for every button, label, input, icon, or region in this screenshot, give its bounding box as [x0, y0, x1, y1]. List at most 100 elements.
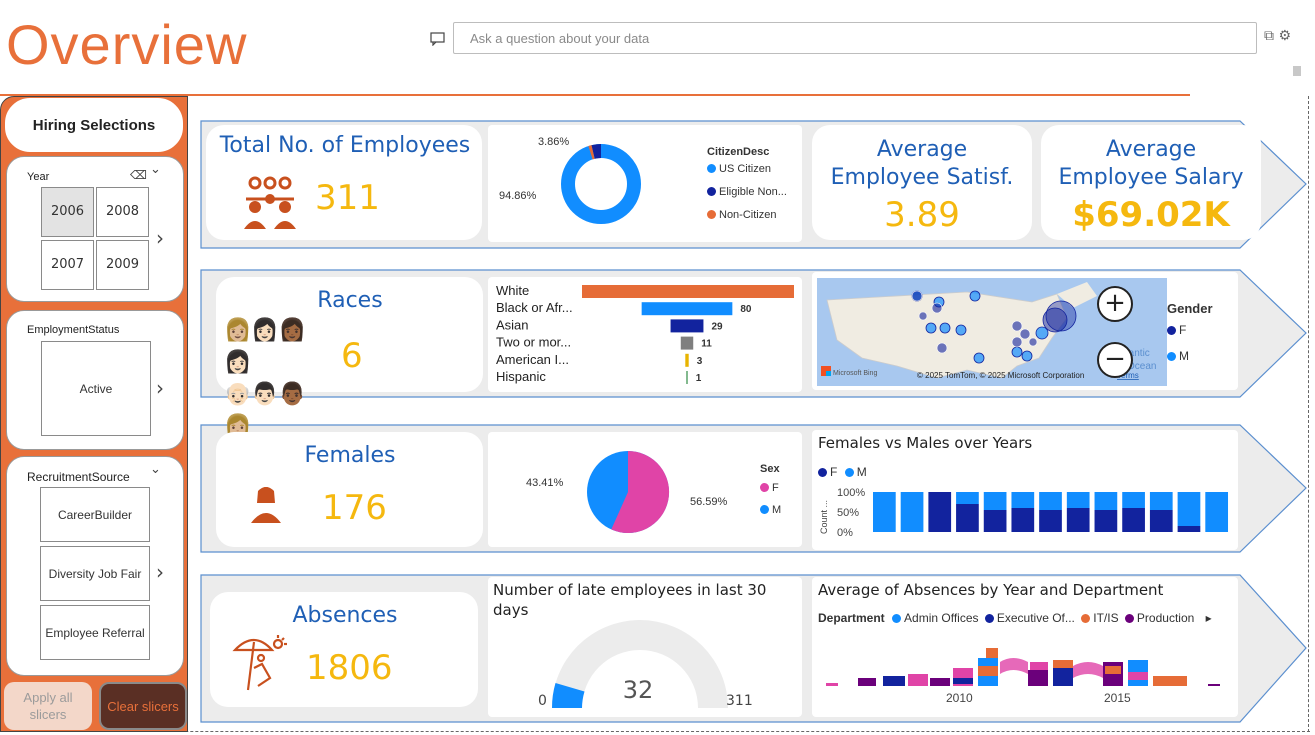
scrollbar-thumb[interactable]	[1293, 66, 1301, 76]
chevron-down-icon[interactable]: ⌄	[150, 162, 161, 177]
donut-slice-eligible[interactable]	[591, 144, 602, 159]
source-option-diversity-job-fair[interactable]: Diversity Job Fair	[40, 546, 150, 601]
years-bar-f[interactable]	[1094, 510, 1118, 532]
bing-logo-text: Microsoft Bing	[833, 370, 877, 377]
legend-swatch	[818, 468, 827, 477]
years-bar-m[interactable]	[1122, 492, 1145, 508]
donut-slice-us-citizen[interactable]	[561, 144, 641, 224]
race-category-label: Two or mor...	[496, 335, 571, 350]
expand-icon[interactable]: ⧉	[1264, 28, 1274, 44]
females-value: 176	[322, 488, 387, 528]
sex-legend-item[interactable]: F	[760, 482, 779, 494]
years-bar-f[interactable]	[1066, 508, 1090, 532]
race-bar-chart[interactable]: White Black or Afr... 80 Asian 29 Two or mor.…	[488, 280, 802, 390]
abs-x-tick: 2015	[1104, 691, 1131, 705]
years-bar-f[interactable]	[1122, 508, 1145, 532]
female-user-icon	[251, 487, 281, 523]
years-bar-m[interactable]	[900, 492, 924, 532]
toolbar-icons[interactable]: ⧉ ⚙	[1264, 28, 1291, 44]
years-bar-f[interactable]	[1039, 510, 1062, 532]
citizen-legend-title: CitizenDesc	[707, 146, 770, 158]
zoom-out-button[interactable]: −	[1097, 342, 1133, 378]
race-bar[interactable]	[582, 285, 794, 298]
years-bar-m[interactable]	[956, 492, 979, 504]
apply-slicers-button[interactable]: Apply all slicers	[4, 682, 92, 730]
map-legend-item[interactable]: F	[1167, 323, 1186, 337]
years-bar-m[interactable]	[873, 492, 896, 532]
legend-swatch	[707, 187, 716, 196]
citizen-legend-item[interactable]: Eligible Non...	[707, 186, 787, 198]
chevron-right-icon[interactable]: ›	[156, 226, 164, 250]
donut-slice-non-citizen[interactable]	[588, 145, 595, 160]
years-bar-f[interactable]	[1149, 510, 1173, 532]
years-bar-f[interactable]	[1177, 526, 1201, 532]
years-bar-f[interactable]	[928, 492, 952, 532]
citizen-legend-item[interactable]: US Citizen	[707, 163, 771, 175]
race-bar-value: 80	[740, 304, 752, 315]
abs-legend-title: Department	[818, 611, 885, 625]
gear-icon[interactable]: ⚙	[1278, 28, 1291, 44]
citizen-legend-item[interactable]: Non-Citizen	[707, 209, 776, 221]
years-bar-m[interactable]	[1205, 492, 1229, 532]
sex-pie-chart[interactable]	[586, 450, 670, 534]
gauge-min: 0	[538, 693, 547, 709]
hiring-selections-tab[interactable]: Hiring Selections	[4, 97, 184, 153]
people-avatars-icon: 👩🏼👩🏻👩🏾👩🏻 👴🏻👨🏻👨🏾👩🏼	[224, 318, 307, 439]
years-y-label: Count ...	[819, 500, 829, 534]
race-category-label: Asian	[496, 317, 529, 332]
race-bar[interactable]	[680, 336, 694, 350]
eraser-icon[interactable]: ⌫	[130, 168, 147, 182]
donut-label-big: 94.86%	[499, 190, 537, 202]
legend-next-icon[interactable]: ▸	[1206, 611, 1212, 625]
years-legend[interactable]: F M	[818, 465, 867, 479]
qa-search-input[interactable]: Ask a question about your data	[453, 22, 1257, 54]
years-bar-f[interactable]	[983, 510, 1007, 532]
race-bar[interactable]	[670, 319, 704, 333]
race-bar[interactable]	[685, 353, 689, 367]
year-option-2008[interactable]: 2008	[96, 187, 149, 237]
years-bar-m[interactable]	[1177, 492, 1201, 526]
legend-swatch	[707, 164, 716, 173]
source-option-employee-referral[interactable]: Employee Referral	[40, 605, 150, 660]
legend-label: Admin Offices	[904, 611, 979, 625]
chat-icon[interactable]	[430, 32, 446, 46]
satisfaction-title-line2: Employee Satisf.	[830, 165, 1014, 190]
legend-label: Eligible Non...	[719, 186, 787, 198]
legend-swatch	[707, 210, 716, 219]
legend-swatch	[984, 614, 994, 623]
years-bar-m[interactable]	[1066, 492, 1090, 508]
years-bar-f[interactable]	[1011, 508, 1035, 532]
race-bar[interactable]	[686, 371, 688, 384]
abs-chart-legend[interactable]: Department Admin Offices Executive Of...…	[818, 611, 1212, 625]
salary-title: Average Employee Salary	[1041, 136, 1261, 192]
chevron-down-icon[interactable]: ⌄	[150, 462, 161, 477]
year-option-2009[interactable]: 2009	[96, 240, 149, 290]
year-option-2007[interactable]: 2007	[41, 240, 94, 290]
years-y-tick: 0%	[837, 527, 853, 539]
sex-legend-item[interactable]: M	[760, 504, 781, 516]
abs-x-tick: 2010	[946, 691, 973, 705]
years-bar-m[interactable]	[1011, 492, 1035, 508]
years-bar-m[interactable]	[1149, 492, 1173, 510]
years-bar-m[interactable]	[983, 492, 1007, 510]
year-option-2006[interactable]: 2006	[41, 187, 94, 237]
source-option-careerbuilder[interactable]: CareerBuilder	[40, 487, 150, 542]
race-bar[interactable]	[641, 302, 733, 316]
years-bar-m[interactable]	[1039, 492, 1062, 510]
status-option-active[interactable]: Active	[41, 341, 151, 436]
total-employees-title: Total No. of Employees	[219, 133, 471, 158]
page-border-bottom	[0, 731, 1310, 732]
years-bar-m[interactable]	[1094, 492, 1118, 510]
years-bar-f[interactable]	[956, 504, 979, 532]
employment-status-label: EmploymentStatus	[27, 324, 120, 336]
clear-slicers-button[interactable]: Clear slicers	[99, 682, 187, 730]
legend-label: Non-Citizen	[719, 209, 777, 221]
absences-ribbon-chart[interactable]: 2010 2015	[818, 640, 1228, 710]
citizen-donut-chart[interactable]	[560, 143, 642, 225]
zoom-in-button[interactable]: +	[1097, 286, 1133, 322]
years-bar-chart[interactable]: 100% 50% 0% Count ...	[815, 484, 1235, 544]
chevron-right-icon[interactable]: ›	[156, 560, 164, 584]
chevron-right-icon[interactable]: ›	[156, 376, 164, 400]
map-legend-item[interactable]: M	[1167, 349, 1189, 363]
gauge-title: Number of late employees in last 30 days	[493, 581, 767, 619]
